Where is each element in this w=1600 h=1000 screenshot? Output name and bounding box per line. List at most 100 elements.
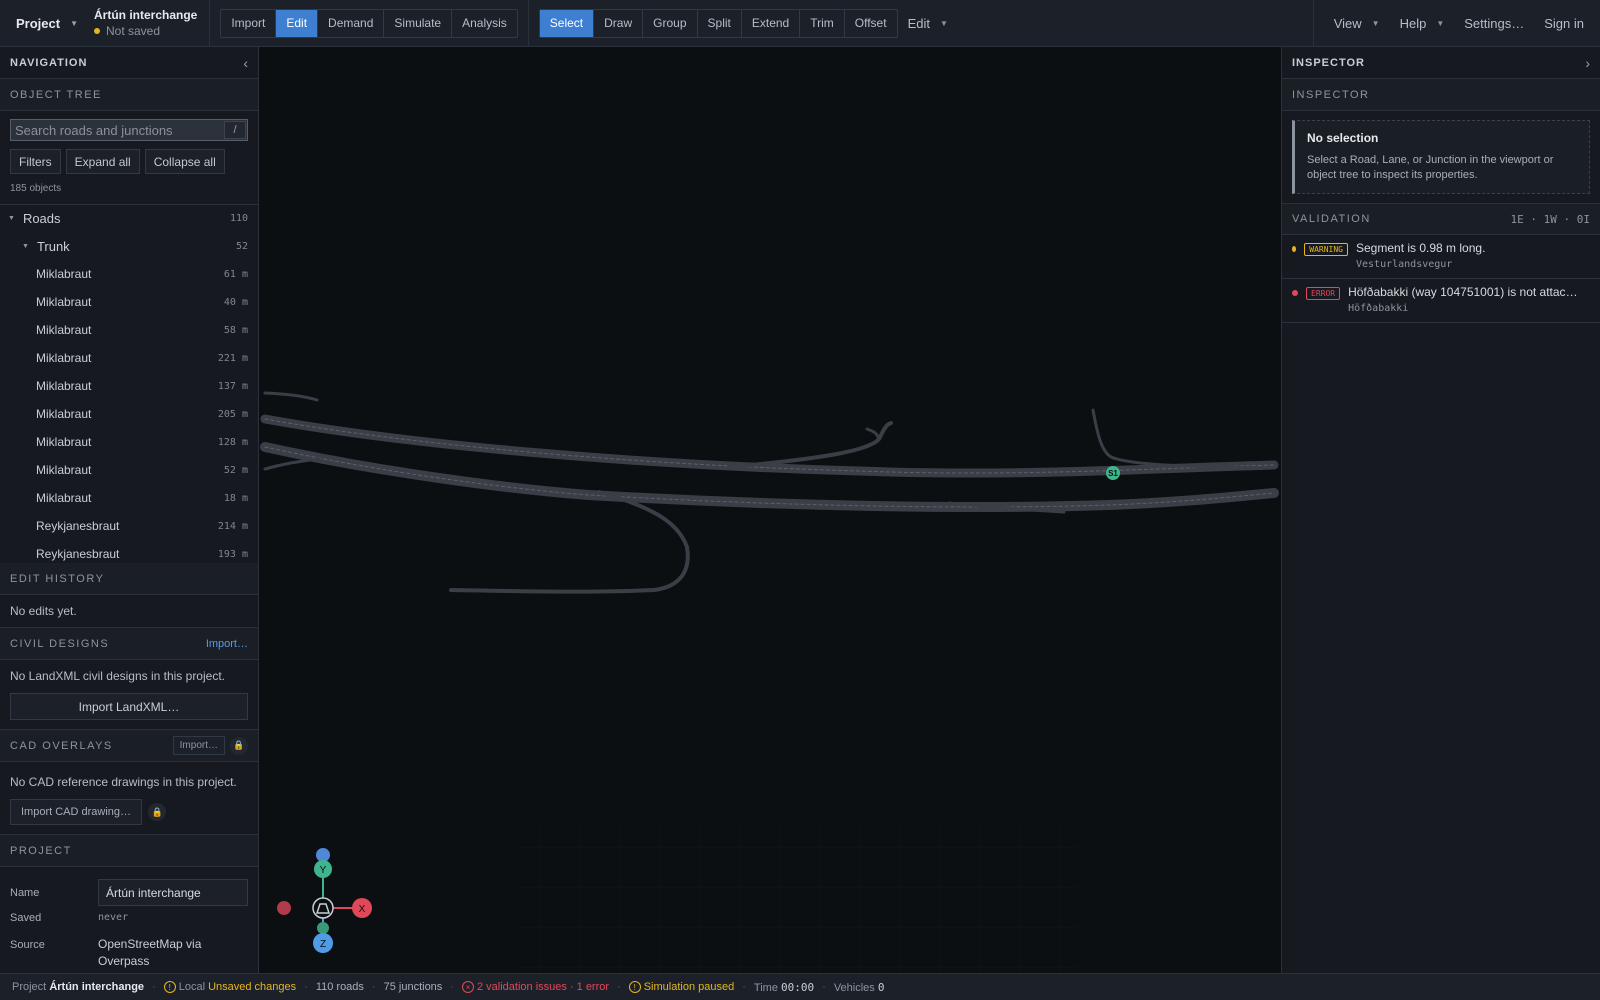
cad-overlays-header: CAD OVERLAYS Import… 🔒 (0, 730, 258, 762)
view-menu-label: View (1333, 15, 1362, 31)
map-viewport[interactable]: S1 Y X Z (259, 47, 1281, 973)
camera-icon[interactable] (312, 897, 334, 919)
import-cad-drawing-button[interactable]: Import CAD drawing… (10, 799, 143, 825)
project-name-field[interactable]: Ártún interchange (98, 879, 248, 906)
project-name-label: Name (10, 886, 40, 899)
tree-item-label: Miklabraut (36, 435, 92, 449)
tool-buttons: Select Draw Group Split Extend Trim Offs… (538, 8, 898, 38)
search-shortcut-key: / (224, 121, 246, 139)
tool-split[interactable]: Split (698, 9, 742, 37)
tree-item[interactable]: Miklabraut 137 m (0, 372, 258, 400)
mode-tab-simulate[interactable]: Simulate (384, 9, 453, 37)
view-menu[interactable]: View ▼ (1324, 16, 1390, 31)
validation-subject: Vesturlandsvegur (1356, 259, 1453, 270)
validation-item-error[interactable]: ERROR Höfðabakki (way 104751001) is not … (1282, 279, 1600, 323)
project-source-row: Source OpenStreetMap via Overpass (0, 936, 258, 970)
tree-item-length: 137 m (217, 380, 248, 392)
tree-item[interactable]: Miklabraut 18 m (0, 484, 258, 512)
tree-item[interactable]: Miklabraut 128 m (0, 428, 258, 456)
signal-marker-label: S1 (1108, 469, 1118, 478)
cad-overlays-body: No CAD reference drawings in this projec… (0, 762, 258, 835)
tool-select[interactable]: Select (539, 9, 595, 37)
filters-button[interactable]: Filters (10, 149, 61, 174)
help-menu[interactable]: Help ▼ (1390, 16, 1455, 31)
tree-item[interactable]: Miklabraut 221 m (0, 344, 258, 372)
road-segment[interactable] (263, 457, 321, 471)
road-segment[interactable] (1091, 408, 1276, 470)
road-segment[interactable] (865, 427, 881, 441)
y-axis-label: Y (320, 865, 327, 876)
top-toolbar: Project ▼ Ártún interchange Not saved Im… (0, 0, 1600, 47)
status-project-name: Ártún interchange (49, 981, 145, 993)
tool-offset[interactable]: Offset (845, 10, 897, 37)
validation-subject: Höfðabakki (1348, 303, 1409, 314)
tree-item-length: 205 m (217, 408, 248, 420)
tree-item[interactable]: Miklabraut 52 m (0, 456, 258, 484)
status-time-value: 00:00 (781, 980, 815, 994)
separator: · (742, 981, 746, 993)
tree-item[interactable]: Reykjanesbraut 193 m (0, 540, 258, 563)
tool-group[interactable]: Group (643, 9, 698, 37)
status-validation[interactable]: × 2 validation issues · 1 error (461, 981, 609, 994)
x-axis-label: X (359, 904, 366, 915)
settings-button[interactable]: Settings… (1454, 16, 1534, 31)
collapse-right-icon[interactable]: › (1585, 55, 1590, 71)
status-time: Time 00:00 (754, 981, 814, 994)
z-negative-handle[interactable] (317, 922, 329, 934)
divider (527, 0, 529, 47)
project-source-value: OpenStreetMap via Overpass (98, 937, 202, 968)
validation-header: VALIDATION 1E · 1W · 0I (1282, 203, 1600, 235)
tool-extend[interactable]: Extend (742, 9, 801, 37)
x-negative-handle[interactable] (277, 901, 291, 915)
help-menu-label: Help (1399, 15, 1427, 31)
z-axis-label: Z (320, 939, 326, 950)
signal-marker-s1[interactable]: S1 (1106, 466, 1120, 480)
import-landxml-button[interactable]: Import LandXML… (10, 693, 248, 720)
tree-item[interactable]: Miklabraut 40 m (0, 288, 258, 316)
tool-draw[interactable]: Draw (594, 9, 644, 37)
no-selection-title: No selection (1307, 131, 1379, 145)
collapse-all-button[interactable]: Collapse all (144, 149, 225, 174)
collapse-left-icon[interactable]: ‹ (243, 55, 248, 71)
civil-import-link[interactable]: Import… (206, 638, 248, 650)
cad-import-button[interactable]: Import… (172, 736, 225, 755)
search-input[interactable] (10, 119, 248, 141)
no-selection-text: Select a Road, Lane, or Junction in the … (1307, 154, 1554, 181)
object-tree: ▼ Roads 110 ▼ Trunk 52 Miklabraut 61 m Mikl… (0, 205, 258, 563)
axis-gizmo[interactable]: Y X Z (277, 848, 372, 953)
tree-item-label: Miklabraut (36, 351, 92, 365)
expand-all-button[interactable]: Expand all (65, 149, 140, 174)
mode-tab-analysis[interactable]: Analysis (452, 10, 517, 37)
mode-tab-import[interactable]: Import (221, 9, 277, 37)
tree-item[interactable]: Miklabraut 205 m (0, 400, 258, 428)
right-menus: View ▼ Help ▼ Settings… Sign in (1312, 0, 1600, 47)
save-state-label: Not saved (106, 24, 161, 38)
y-negative-handle[interactable] (316, 848, 330, 862)
tree-group-trunk[interactable]: ▼ Trunk 52 (0, 232, 258, 260)
tree-item[interactable]: Miklabraut 58 m (0, 316, 258, 344)
road-network[interactable]: S1 Y X Z (259, 47, 1281, 973)
tree-item[interactable]: Reykjanesbraut 214 m (0, 512, 258, 540)
mode-tab-demand[interactable]: Demand (318, 9, 385, 37)
cad-overlays-title: CAD OVERLAYS (10, 739, 113, 752)
status-storage: ! Local Unsaved changes (163, 981, 296, 994)
validation-title: VALIDATION (1292, 213, 1371, 225)
road-segment[interactable] (263, 391, 319, 402)
tree-item-length: 193 m (217, 548, 248, 560)
tree-item-label: Miklabraut (36, 323, 92, 337)
chevron-down-icon: ▼ (70, 18, 78, 28)
chevron-down-icon: ▼ (1371, 18, 1380, 28)
sign-in-button[interactable]: Sign in (1534, 16, 1600, 31)
project-menu[interactable]: Project ▼ (0, 0, 94, 47)
tree-item[interactable]: Miklabraut 61 m (0, 260, 258, 288)
tree-group-roads[interactable]: ▼ Roads 110 (0, 205, 258, 232)
status-time-label: Time (753, 981, 778, 994)
road-segment[interactable] (449, 490, 690, 594)
road-segment[interactable] (260, 442, 1279, 512)
edit-menu[interactable]: Edit ▼ (898, 16, 958, 31)
search-wrapper: / (0, 111, 258, 141)
project-title: PROJECT (10, 844, 72, 857)
tool-trim[interactable]: Trim (800, 9, 845, 37)
mode-tab-edit[interactable]: Edit (276, 9, 319, 37)
validation-item-warning[interactable]: WARNING Segment is 0.98 m long. Vesturla… (1282, 235, 1600, 279)
